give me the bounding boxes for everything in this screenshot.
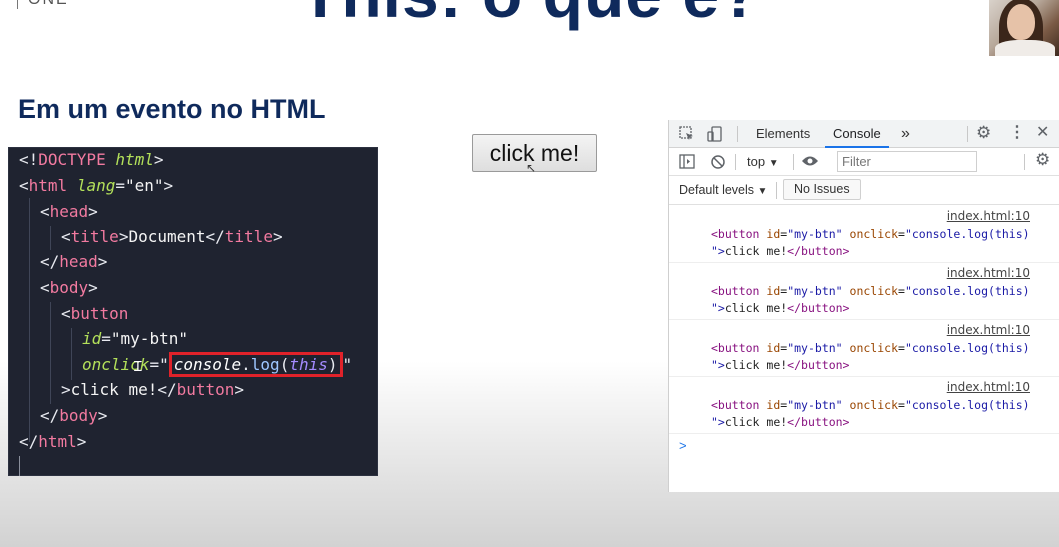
tab-separator [967,126,968,142]
tab-elements[interactable]: Elements [756,120,810,148]
code-line-body-open: <body> [40,278,98,297]
code-line-onclick: onclick=" console.log(this) " [82,352,352,377]
log-code-line[interactable]: <button id="my-btn" onclick="console.log… [711,283,1030,300]
log-code-line[interactable]: <button id="my-btn" onclick="console.log… [711,226,1030,243]
logo-text: ONE [17,0,69,9]
toolbar-separator [776,182,777,199]
console-log-entry: index.html:10 <button id="my-btn" onclic… [669,320,1059,377]
clear-console-icon[interactable] [710,154,726,174]
more-vert-icon[interactable]: ⋮ [1009,125,1025,141]
code-line-button-close: >click me!</button> [61,380,245,399]
indent-guide [29,198,30,442]
code-line-body-close: </body> [40,406,108,425]
levels-bar: Default levels ▼ No Issues [669,176,1059,205]
console-toolbar: top ▼ Filter ⚙ [669,148,1059,176]
webcam-shirt [995,40,1055,56]
text-cursor-icon: Ɪ [134,359,142,375]
code-line-html-close: </html> [19,432,87,451]
console-log-entry: index.html:10 <button id="my-btn" onclic… [669,206,1059,263]
toolbar-separator [1024,154,1025,170]
chevron-down-icon: ▼ [768,158,779,169]
indent-guide [50,302,51,404]
log-code-line[interactable]: ">click me!</button> [711,300,849,317]
tab-console[interactable]: Console [825,120,889,148]
toolbar-separator [793,154,794,170]
code-line-html-open: <html lang="en"> [19,176,174,195]
code-line-head-open: <head> [40,202,98,221]
inspect-icon[interactable] [679,126,695,146]
slide-title: This: o que é? [300,0,761,32]
code-editor: <!DOCTYPE html> <html lang="en"> <head> … [8,147,378,476]
devtools-panel: Elements Console » ⚙ ⋮ ✕ top ▼ Filter ⚙ … [668,120,1059,492]
mouse-cursor-icon: ↖ [526,161,537,175]
editor-caret [19,456,20,476]
webcam-face [1007,4,1035,40]
log-source-link[interactable]: index.html:10 [947,323,1030,337]
code-line-head-close: </head> [40,252,108,271]
code-line-id: id="my-btn" [82,329,188,348]
devtools-tabbar: Elements Console » ⚙ ⋮ ✕ [669,120,1059,148]
log-code-line[interactable]: ">click me!</button> [711,414,849,431]
indent-guide [50,226,51,250]
gear-icon[interactable]: ⚙ [976,124,991,141]
console-prompt[interactable]: > [679,438,687,453]
device-toolbar-icon[interactable] [707,126,723,146]
webcam-overlay [989,0,1059,56]
context-selector[interactable]: top ▼ [747,148,779,176]
live-expression-icon[interactable] [801,154,819,172]
log-code-line[interactable]: ">click me!</button> [711,357,849,374]
log-code-line[interactable]: <button id="my-btn" onclick="console.log… [711,340,1030,357]
console-settings-gear-icon[interactable]: ⚙ [1035,151,1050,168]
log-source-link[interactable]: index.html:10 [947,209,1030,223]
code-line-title: <title>Document</title> [61,227,283,246]
filter-input[interactable]: Filter [837,151,977,172]
code-line-doctype: <!DOCTYPE html> [19,150,164,169]
tab-separator [737,126,738,142]
console-log-entry: index.html:10 <button id="my-btn" onclic… [669,263,1059,320]
more-tabs-button[interactable]: » [901,120,910,148]
highlight-box: console.log(this) [168,352,343,377]
log-code-line[interactable]: ">click me!</button> [711,243,849,260]
indent-guide [71,328,72,380]
close-icon[interactable]: ✕ [1036,125,1049,141]
log-source-link[interactable]: index.html:10 [947,380,1030,394]
sidebar-toggle-icon[interactable] [679,154,695,173]
no-issues-button[interactable]: No Issues [783,179,861,200]
chevron-down-icon: ▼ [757,186,768,197]
section-heading: Em um evento no HTML [18,94,326,124]
console-log-entry: index.html:10 <button id="my-btn" onclic… [669,377,1059,434]
log-source-link[interactable]: index.html:10 [947,266,1030,280]
code-line-button-open: <button [61,304,129,323]
default-levels-dropdown[interactable]: Default levels ▼ [679,176,767,204]
log-code-line[interactable]: <button id="my-btn" onclick="console.log… [711,397,1030,414]
toolbar-separator [735,154,736,170]
